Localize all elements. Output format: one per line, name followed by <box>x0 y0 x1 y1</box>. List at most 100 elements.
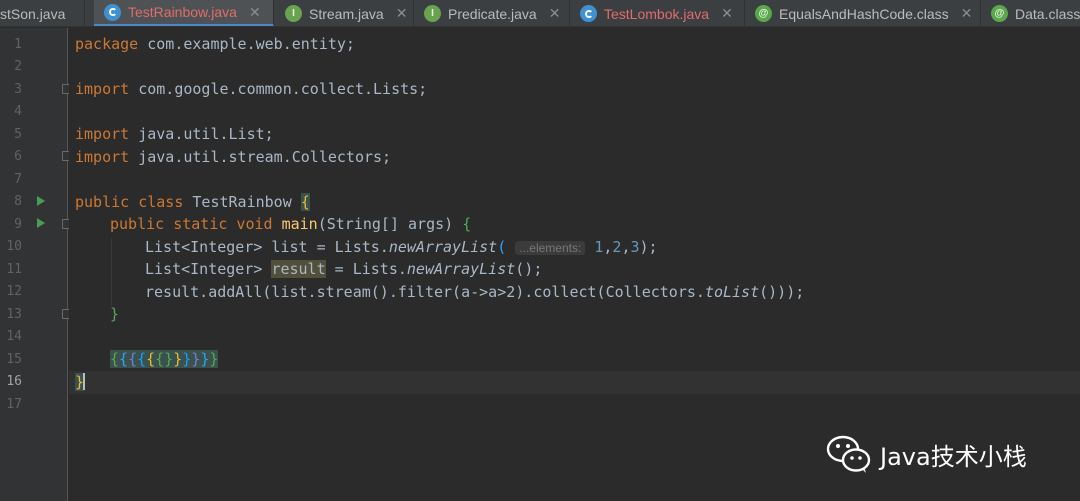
code-text: com.google.common.collect.Lists; <box>129 80 428 98</box>
brace: } <box>191 350 201 368</box>
annotation-icon: @ <box>991 5 1008 22</box>
brace: } <box>200 350 210 368</box>
code-text: ); <box>639 238 658 256</box>
annotation-icon: @ <box>755 5 772 22</box>
close-icon[interactable]: ✕ <box>396 5 408 22</box>
brace: { <box>110 350 120 368</box>
code-line-6: import java.util.stream.Collectors; <box>75 146 391 169</box>
tab-testson[interactable]: stSon.java <box>0 0 85 26</box>
line-number: 2 <box>14 59 22 74</box>
code-text: (String[] args) <box>317 215 463 233</box>
code-text: java.util.List; <box>129 125 274 143</box>
code-line-12: result.addAll(list.stream().filter(a->a>… <box>145 281 804 304</box>
keyword: public static void <box>110 215 273 233</box>
brace: { <box>146 350 156 368</box>
code-text: List<Integer> <box>145 260 272 278</box>
code-line-10: List<Integer> list = Lists.newArrayList(… <box>145 238 658 256</box>
keyword: import <box>75 80 130 98</box>
method-call: newArrayList <box>406 260 516 278</box>
code-line-11: List<Integer> result = Lists.newArrayLis… <box>145 258 542 281</box>
number: 2 <box>612 238 622 256</box>
tab-label: Predicate.java <box>448 5 537 22</box>
text-cursor <box>83 373 86 390</box>
code-line-8: public class TestRainbow { <box>75 191 310 214</box>
tab-stream[interactable]: I Stream.java ✕ <box>275 0 414 26</box>
tab-data[interactable]: @ Data.class <box>981 0 1080 26</box>
number: 1 <box>594 238 604 256</box>
line-number: 17 <box>6 397 22 412</box>
code-text: (); <box>515 260 543 278</box>
brace: } <box>164 350 174 368</box>
wechat-icon <box>826 435 871 473</box>
close-icon[interactable]: ✕ <box>721 5 733 22</box>
line-number: 8 <box>14 194 22 209</box>
indent-guide <box>111 238 112 306</box>
line-gutter: 1 2 3 4 5 6 7 8 9 10 11 12 13 14 15 16 1… <box>0 28 71 501</box>
code-line-15: {{{{{{}}}}}} <box>110 348 219 371</box>
brace: } <box>182 350 192 368</box>
line-number: 5 <box>14 127 22 142</box>
tab-label: TestLombok.java <box>604 5 710 22</box>
keyword: public class <box>75 193 184 211</box>
line-number: 4 <box>14 104 22 119</box>
code-line-9: public static void main(String[] args) { <box>110 213 471 236</box>
tab-testrainbow[interactable]: TestRainbow.java ✕ <box>94 0 274 26</box>
keyword: import <box>75 148 130 166</box>
paren: ( <box>497 238 507 256</box>
brace: } <box>173 350 183 368</box>
method-call: toList <box>704 283 760 301</box>
close-icon[interactable]: ✕ <box>961 5 973 22</box>
brace: { <box>119 350 129 368</box>
keyword: import <box>75 125 130 143</box>
keyword: package <box>75 35 139 53</box>
line-number: 1 <box>14 37 22 52</box>
tab-label: Data.class <box>1015 5 1080 22</box>
code-line-5: import java.util.List; <box>75 123 274 146</box>
line-number: 13 <box>6 307 22 322</box>
code-text: = Lists. <box>325 260 407 278</box>
line-number: 10 <box>6 239 22 254</box>
run-class-icon[interactable] <box>37 196 45 206</box>
code-line-3: import com.google.common.collect.Lists; <box>75 78 427 101</box>
brace: { <box>155 350 165 368</box>
number: 3 <box>630 238 640 256</box>
tab-label: Stream.java <box>309 5 384 22</box>
code-text: com.example.web.entity; <box>138 35 355 53</box>
brace: } <box>209 350 219 368</box>
current-line-highlight <box>69 371 1080 394</box>
interface-icon: I <box>424 5 441 22</box>
tab-predicate[interactable]: I Predicate.java ✕ <box>414 0 570 26</box>
line-number: 14 <box>6 329 22 344</box>
line-number: 9 <box>14 217 22 232</box>
brace: } <box>110 305 120 323</box>
class-icon <box>104 3 121 21</box>
run-main-icon[interactable] <box>37 218 45 228</box>
close-icon[interactable]: ✕ <box>249 4 261 21</box>
line-number: 3 <box>14 82 22 97</box>
code-line-16: } <box>75 371 86 394</box>
highlighted-variable: result <box>271 260 326 278</box>
tab-testlombok[interactable]: TestLombok.java ✕ <box>570 0 745 26</box>
tab-label: EqualsAndHashCode.class <box>779 5 949 22</box>
brace: { <box>137 350 147 368</box>
line-number: 7 <box>14 172 22 187</box>
method-call: newArrayList <box>388 238 498 256</box>
class-icon <box>580 5 597 22</box>
code-text: result.addAll(list.stream().filter(a->a>… <box>145 283 705 301</box>
tab-label: stSon.java <box>0 5 66 22</box>
brace: { <box>128 350 138 368</box>
tab-label: TestRainbow.java <box>128 4 237 20</box>
line-number: 15 <box>6 352 22 367</box>
editor-tab-bar: stSon.java TestRainbow.java ✕ I Stream.j… <box>0 0 1080 27</box>
code-line-1: package com.example.web.entity; <box>75 33 355 56</box>
code-text: ())); <box>759 283 805 301</box>
line-number: 11 <box>6 262 22 277</box>
watermark-text: Java技术小栈 <box>880 442 1027 471</box>
tab-equalsandhashcode[interactable]: @ EqualsAndHashCode.class ✕ <box>745 0 981 26</box>
brace: { <box>462 215 472 233</box>
code-text: java.util.stream.Collectors; <box>129 148 392 166</box>
line-number: 12 <box>6 284 22 299</box>
method-name: main <box>281 215 318 233</box>
close-icon[interactable]: ✕ <box>549 5 561 22</box>
line-number: 6 <box>14 149 22 164</box>
